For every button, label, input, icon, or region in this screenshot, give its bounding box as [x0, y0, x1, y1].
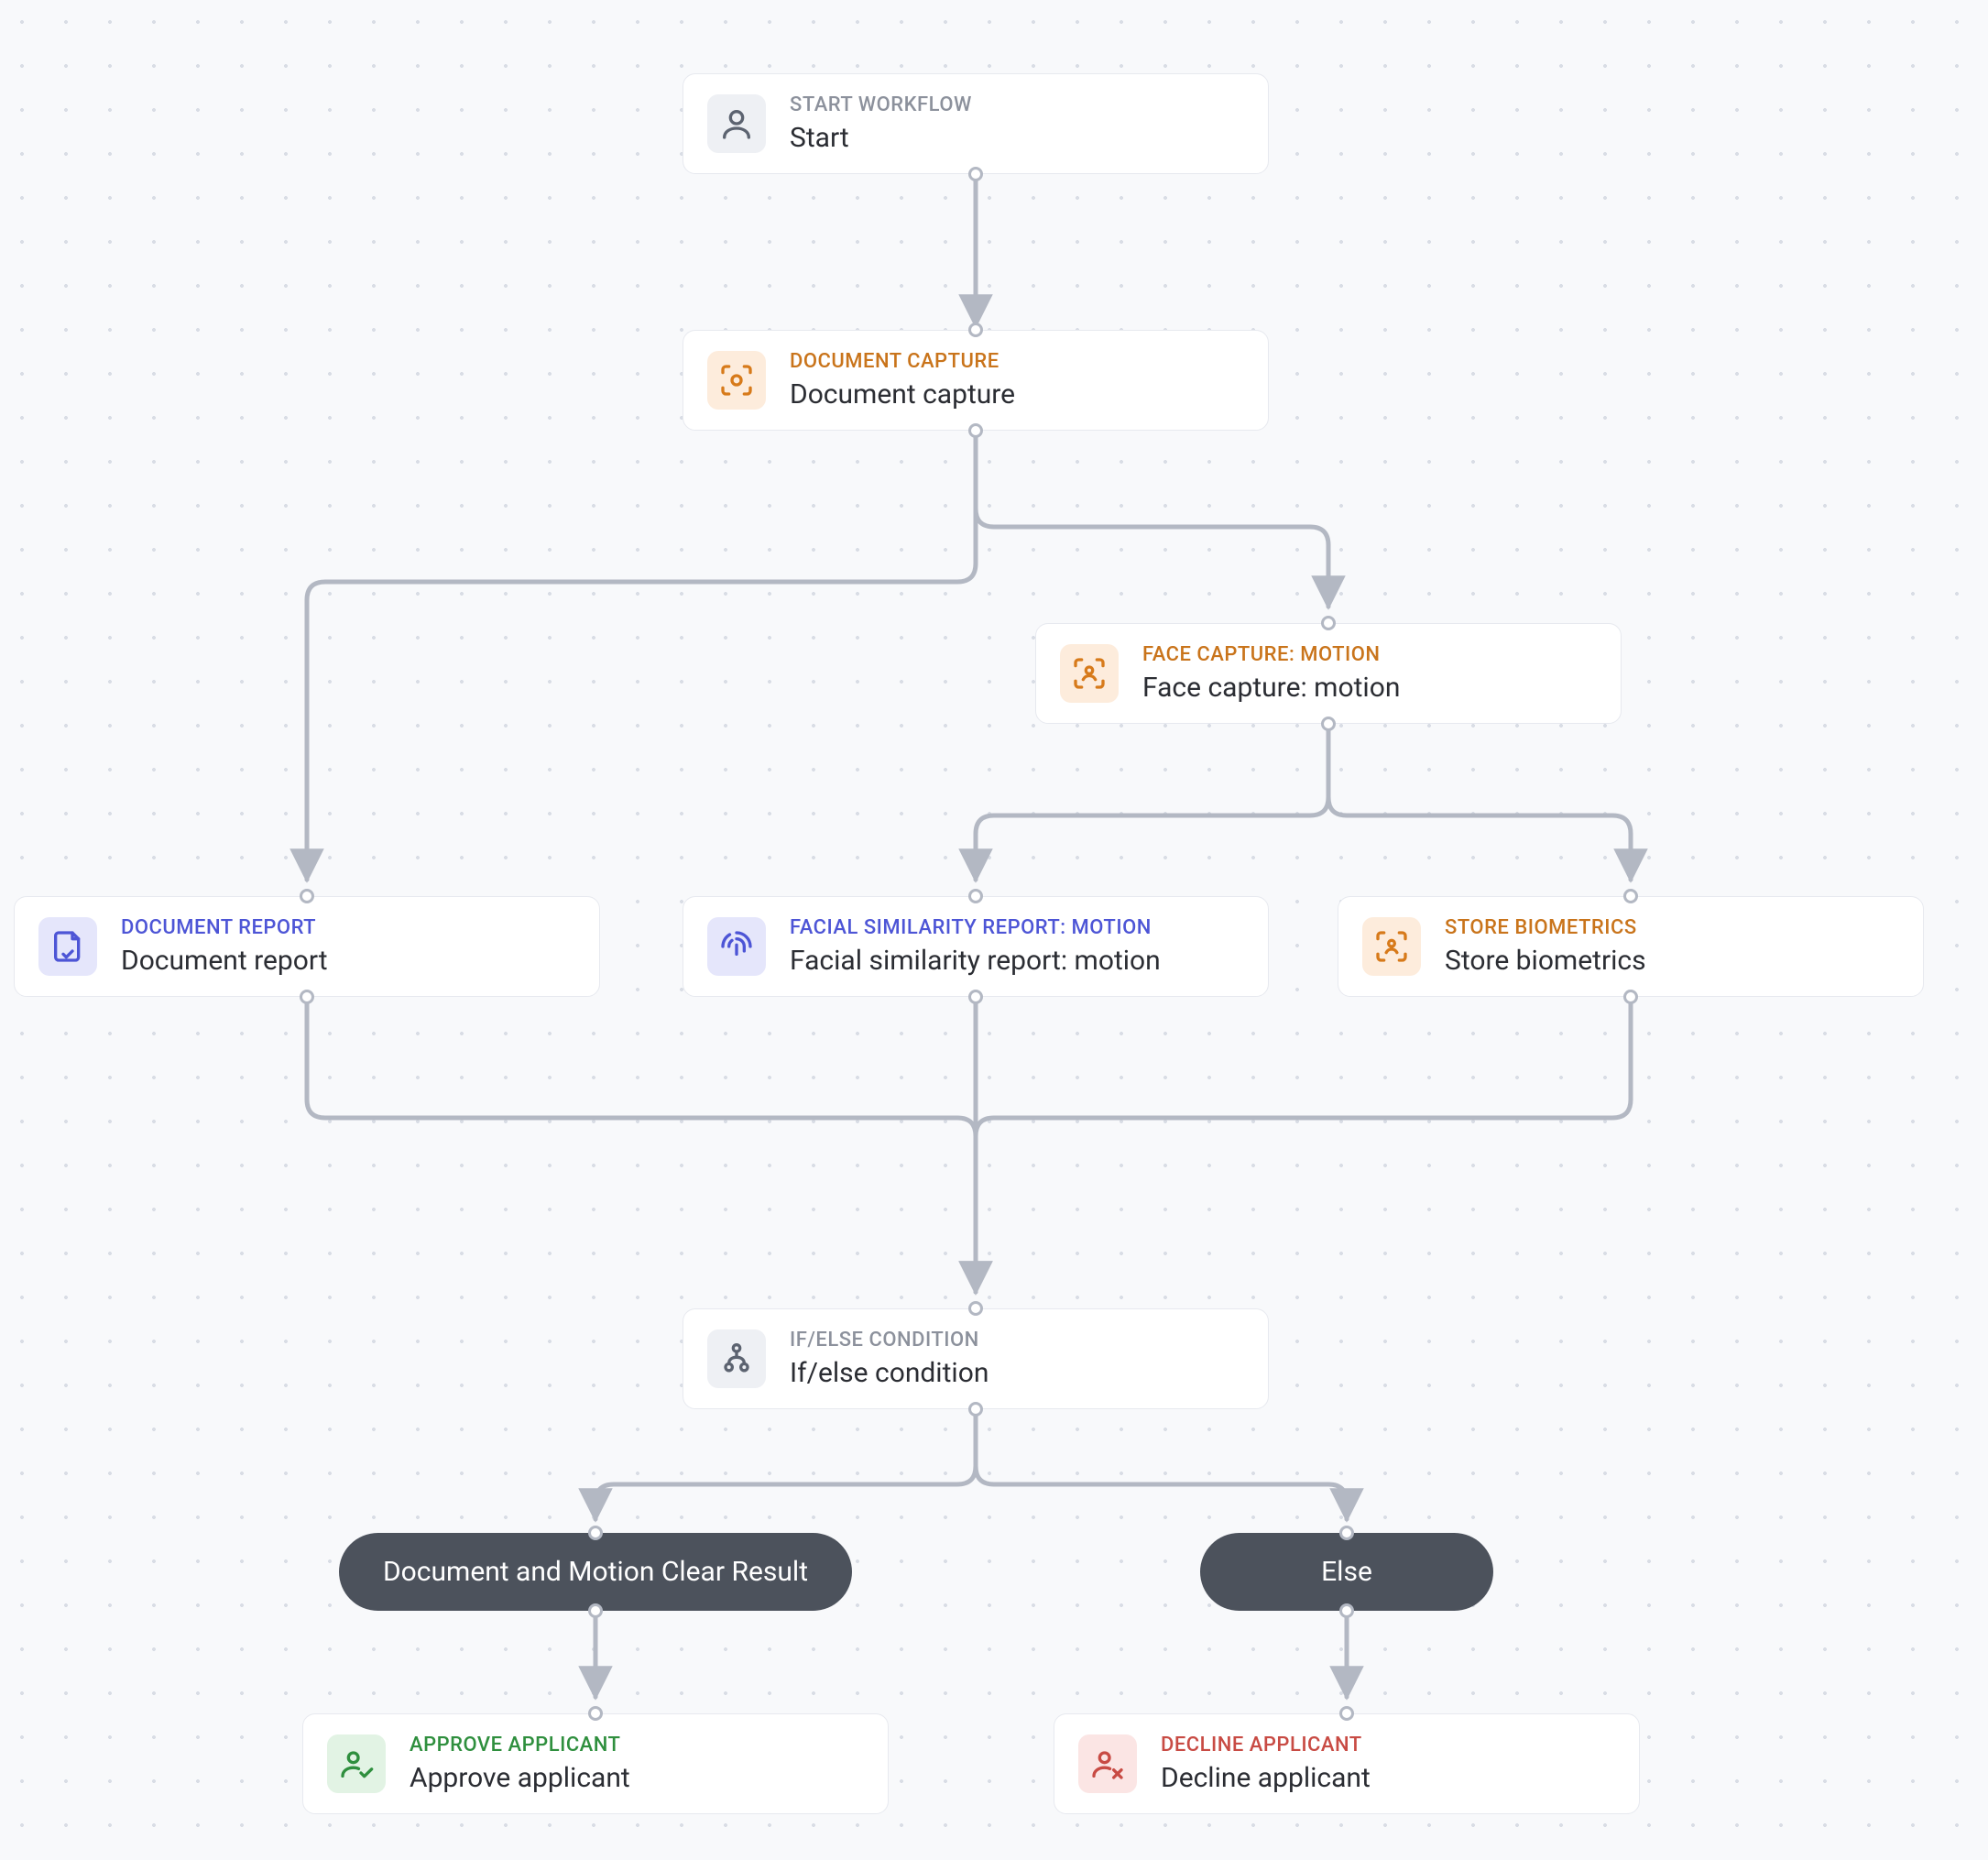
branch-clear-result[interactable]: Document and Motion Clear Result [339, 1533, 852, 1611]
port [968, 423, 983, 438]
branch-else-label: Else [1321, 1556, 1372, 1588]
node-approve[interactable]: APPROVE APPLICANT Approve applicant [302, 1713, 889, 1814]
branch-icon [707, 1329, 766, 1388]
branch-else[interactable]: Else [1200, 1533, 1493, 1611]
port [1623, 889, 1638, 903]
biometrics-icon [1362, 917, 1421, 976]
node-decline-label: Decline applicant [1161, 1761, 1371, 1796]
node-document-capture-caption: DOCUMENT CAPTURE [790, 349, 1015, 375]
node-decline-caption: DECLINE APPLICANT [1161, 1733, 1371, 1758]
node-if-else[interactable]: IF/ELSE CONDITION If/else condition [683, 1308, 1269, 1409]
port [1339, 1603, 1354, 1618]
node-facial-similarity-report[interactable]: FACIAL SIMILARITY REPORT: MOTION Facial … [683, 896, 1269, 997]
port [968, 323, 983, 337]
node-decline[interactable]: DECLINE APPLICANT Decline applicant [1054, 1713, 1640, 1814]
node-store-biometrics[interactable]: STORE BIOMETRICS Store biometrics [1338, 896, 1924, 997]
port [1339, 1706, 1354, 1721]
document-icon [38, 917, 97, 976]
node-if-else-label: If/else condition [790, 1356, 989, 1391]
node-start-caption: START WORKFLOW [790, 93, 972, 118]
node-document-report-label: Document report [121, 944, 328, 979]
node-start[interactable]: START WORKFLOW Start [683, 73, 1269, 174]
decline-icon [1078, 1734, 1137, 1793]
port [588, 1706, 603, 1721]
node-document-capture[interactable]: DOCUMENT CAPTURE Document capture [683, 330, 1269, 431]
port [1321, 717, 1336, 731]
node-facial-similarity-report-label: Facial similarity report: motion [790, 944, 1161, 979]
node-approve-caption: APPROVE APPLICANT [410, 1733, 630, 1758]
port [1623, 990, 1638, 1004]
node-approve-label: Approve applicant [410, 1761, 630, 1796]
node-face-capture-label: Face capture: motion [1142, 671, 1400, 706]
scan-icon [707, 351, 766, 410]
fingerprint-icon [707, 917, 766, 976]
port [968, 889, 983, 903]
node-facial-similarity-report-caption: FACIAL SIMILARITY REPORT: MOTION [790, 915, 1161, 941]
approve-icon [327, 1734, 386, 1793]
node-document-capture-label: Document capture [790, 377, 1015, 412]
port [968, 1301, 983, 1316]
node-document-report-caption: DOCUMENT REPORT [121, 915, 328, 941]
node-store-biometrics-caption: STORE BIOMETRICS [1445, 915, 1646, 941]
port [300, 990, 314, 1004]
face-scan-icon [1060, 644, 1119, 703]
person-icon [707, 94, 766, 153]
node-start-label: Start [790, 121, 972, 156]
node-face-capture[interactable]: FACE CAPTURE: MOTION Face capture: motio… [1035, 623, 1622, 724]
node-face-capture-caption: FACE CAPTURE: MOTION [1142, 642, 1400, 668]
node-document-report[interactable]: DOCUMENT REPORT Document report [14, 896, 600, 997]
port [1321, 616, 1336, 630]
port [588, 1526, 603, 1540]
port [588, 1603, 603, 1618]
port [968, 1402, 983, 1417]
node-if-else-caption: IF/ELSE CONDITION [790, 1328, 989, 1353]
port [1339, 1526, 1354, 1540]
port [968, 990, 983, 1004]
port [300, 889, 314, 903]
port [968, 167, 983, 181]
node-store-biometrics-label: Store biometrics [1445, 944, 1646, 979]
branch-clear-label: Document and Motion Clear Result [383, 1556, 808, 1588]
